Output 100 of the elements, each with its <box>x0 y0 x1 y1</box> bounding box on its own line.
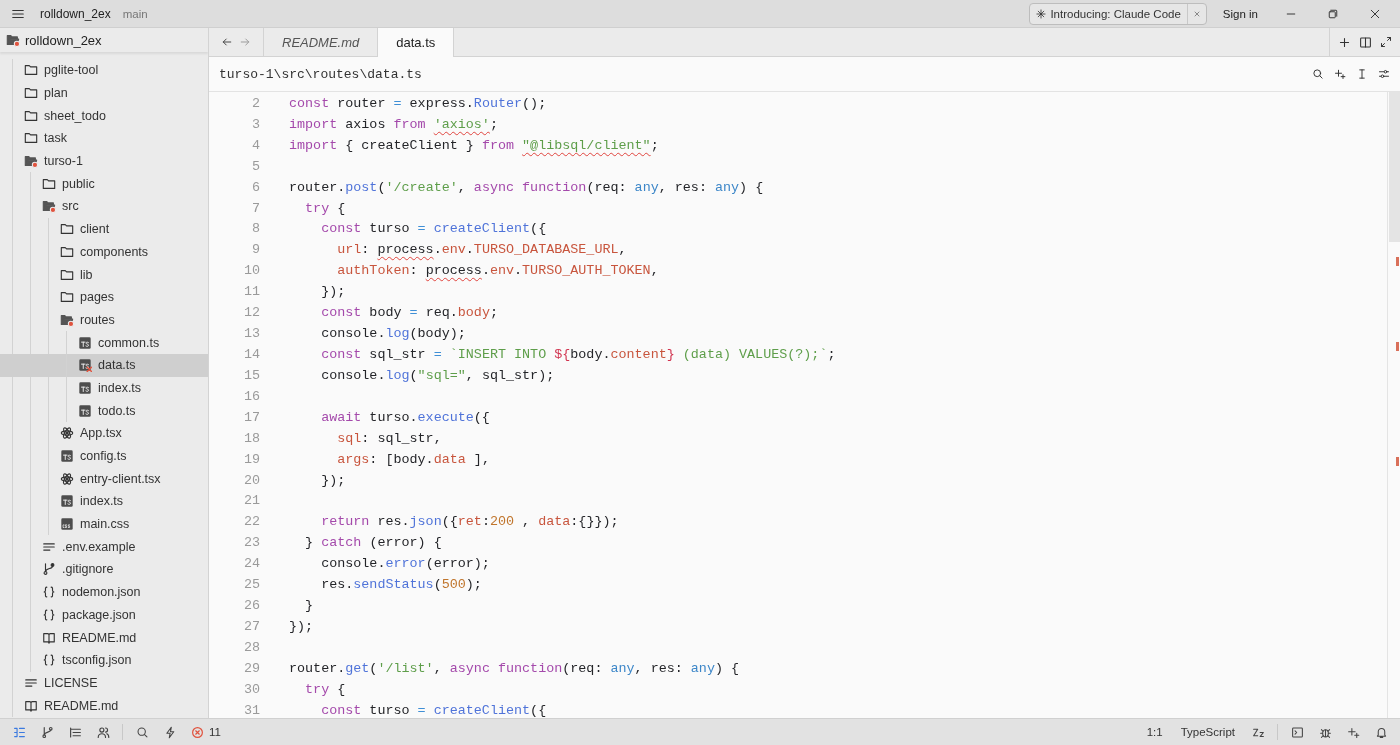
braces-icon <box>42 607 56 622</box>
code-line: router.get('/list', async function(req: any, res: any) { <box>288 660 740 676</box>
code-line: }); <box>320 284 346 300</box>
code-line: const sql_str = `INSERT INTO ${body.content} (data) VALUES(?);`; <box>320 347 836 362</box>
new-tab-button[interactable] <box>1338 35 1351 49</box>
code-line: return res.json({ret:200 , data:{}}); <box>320 514 619 530</box>
code-line: const router = express.Router(); <box>288 95 547 111</box>
code-line: console.log(body); <box>320 326 466 342</box>
file-tree-item[interactable]: App.tsx <box>0 422 208 445</box>
arrow-left-icon <box>221 36 233 48</box>
file-tree-item[interactable]: client <box>0 217 208 241</box>
line-number: 13 <box>242 326 260 342</box>
line-number: 19 <box>242 451 260 467</box>
search-icon <box>1312 68 1324 80</box>
file-tree-item[interactable]: pages <box>0 285 208 309</box>
folder-icon <box>60 244 74 259</box>
sparkle-icon <box>1036 8 1047 19</box>
announcement-link[interactable]: Introducing: Claude Code <box>1030 3 1187 24</box>
line-number: 6 <box>250 179 260 195</box>
line-number: 23 <box>242 535 260 551</box>
search-icon <box>135 725 149 739</box>
branch-icon <box>42 562 56 577</box>
assistant-button[interactable] <box>1334 68 1346 80</box>
file-tree-item[interactable]: src <box>0 195 208 218</box>
line-number: 26 <box>242 598 260 614</box>
folder-icon <box>60 267 74 282</box>
file-tree-item[interactable]: .gitignore <box>0 558 208 581</box>
file-tree-item[interactable]: index.ts <box>0 376 208 400</box>
line-number: 2 <box>250 95 260 111</box>
file-tree-item[interactable]: routes <box>0 308 208 332</box>
line-number: 17 <box>242 409 260 425</box>
typescript-file-error-icon <box>78 358 92 373</box>
line-number: 12 <box>242 305 260 321</box>
file-tree-item[interactable]: common.ts <box>0 331 208 354</box>
typescript-file-icon <box>78 335 92 350</box>
line-number: 8 <box>250 221 260 237</box>
code-line: }); <box>320 472 346 488</box>
file-tree-item[interactable]: task <box>0 127 208 150</box>
tree-panel-icon <box>12 725 26 739</box>
line-number: 28 <box>242 639 260 655</box>
file-tree-item[interactable]: config.ts <box>0 444 208 468</box>
sign-in-button[interactable]: Sign in <box>1214 7 1266 20</box>
plus-icon <box>1338 35 1351 49</box>
maximize-button[interactable] <box>1380 36 1392 48</box>
typescript-file-icon <box>78 403 92 418</box>
split-button[interactable] <box>1359 35 1372 49</box>
line-number: 31 <box>242 702 260 718</box>
code-line: try { <box>304 200 346 216</box>
code-line: const turso = createClient({ <box>320 221 547 237</box>
cursor-position[interactable]: 1:1 <box>1140 726 1169 738</box>
typescript-file-icon <box>78 380 92 395</box>
project-name[interactable]: rolldown_2ex <box>36 6 115 21</box>
language-selector[interactable]: TypeScript <box>1174 726 1241 738</box>
code-line: } catch (error) { <box>304 535 442 551</box>
code-line: }); <box>288 619 314 634</box>
restore-icon <box>1327 7 1339 20</box>
file-tree-item[interactable]: package.json <box>0 603 208 627</box>
search-button[interactable] <box>1312 68 1324 80</box>
open-folder-error-icon <box>60 312 74 327</box>
back-button[interactable] <box>221 36 233 48</box>
file-tree-item[interactable]: plan <box>0 81 208 105</box>
file-tree-item[interactable]: .env.example <box>0 535 208 559</box>
sparkle-icon <box>1346 725 1360 739</box>
file-tree-item[interactable]: todo.ts <box>0 399 208 422</box>
file-tree-item[interactable]: index.ts <box>0 490 208 513</box>
terminal-icon <box>1290 725 1304 739</box>
file-tree-item[interactable]: public <box>0 172 208 196</box>
file-tree-item[interactable]: README.md <box>0 626 208 649</box>
braces-icon <box>42 585 56 600</box>
file-tree-item[interactable]: pglite-tool <box>0 59 208 82</box>
diagnostics-button[interactable]: 11 <box>187 725 225 739</box>
css-file-icon <box>60 517 74 532</box>
file-tree-item[interactable]: main.css <box>0 512 208 536</box>
settings-button[interactable] <box>1378 68 1390 80</box>
file-tree-item[interactable]: lib <box>0 263 208 286</box>
code-line: } <box>304 598 314 614</box>
project-root-item[interactable]: rolldown_2ex <box>0 28 208 52</box>
cursor-button[interactable] <box>1356 68 1368 80</box>
open-folder-error-icon <box>6 33 20 47</box>
book-icon <box>24 698 38 713</box>
code-line: try { <box>304 681 346 697</box>
file-tree-item[interactable]: entry-client.tsx <box>0 467 208 491</box>
folder-icon <box>24 108 38 123</box>
file-tree-item[interactable]: sheet_todo <box>0 104 208 128</box>
scrollbar[interactable] <box>1387 92 1400 718</box>
file-tree-item[interactable]: LICENSE <box>0 671 208 695</box>
open-folder-error-icon <box>42 199 56 214</box>
close-icon <box>1369 7 1381 20</box>
file-tree-item[interactable]: turso-1 <box>0 149 208 173</box>
folder-icon <box>42 176 56 191</box>
code-line: const turso = createClient({ <box>320 702 547 718</box>
file-tree-item[interactable]: data.ts <box>0 353 208 377</box>
editor-tab[interactable]: data.ts <box>378 28 455 57</box>
file-tree-item[interactable]: components <box>0 240 208 264</box>
bolt-icon <box>163 725 177 739</box>
file-tree-item[interactable]: nodemon.json <box>0 580 208 604</box>
people-icon <box>96 725 110 739</box>
line-number: 11 <box>242 284 260 300</box>
file-tree-item[interactable]: tsconfig.json <box>0 648 208 672</box>
file-tree-item[interactable]: README.md <box>0 694 208 717</box>
